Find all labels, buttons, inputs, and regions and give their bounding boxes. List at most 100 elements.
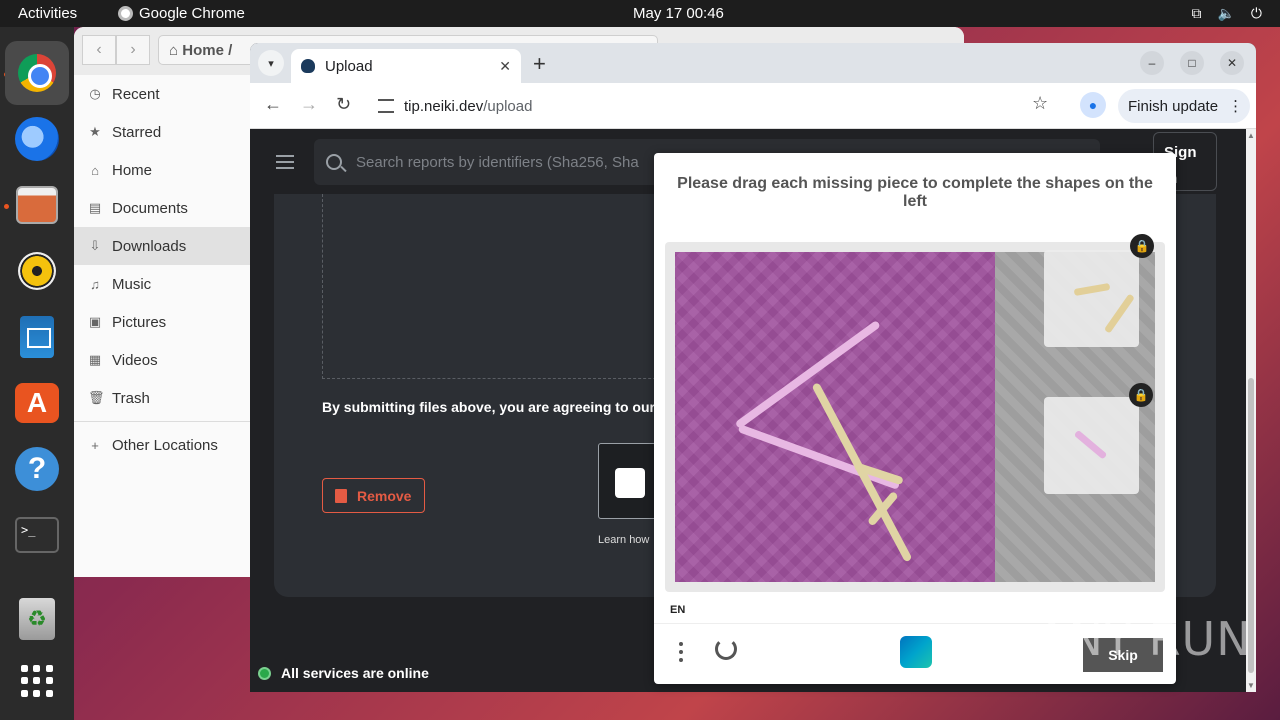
- app-name: Google Chrome: [139, 5, 245, 22]
- sidebar-item-downloads[interactable]: ⇩ Downloads: [74, 227, 250, 265]
- sidebar-item-documents[interactable]: ▤ Documents: [74, 189, 250, 227]
- tutorial-video-card[interactable]: [598, 443, 660, 519]
- captcha-instruction: Please drag each missing piece to comple…: [677, 175, 1153, 210]
- sidebar-item-label: Videos: [112, 351, 158, 369]
- hamburger-menu-icon[interactable]: [276, 155, 294, 173]
- sidebar-item-home[interactable]: ⌂ Home: [74, 151, 250, 189]
- scroll-down-icon[interactable]: ▼: [1247, 681, 1255, 690]
- browser-toolbar: ← → ↻ tip.neiki.dev/upload ☆ ● Finish up…: [250, 83, 1256, 129]
- dock-writer[interactable]: [13, 313, 61, 361]
- network-icon[interactable]: ⧉: [1191, 5, 1201, 22]
- url-path: /upload: [483, 97, 533, 115]
- shape-stroke: [734, 319, 881, 430]
- bookmark-star-icon[interactable]: ☆: [1032, 93, 1048, 114]
- close-icon[interactable]: ✕: [499, 58, 511, 75]
- puzzle-target-image[interactable]: [675, 252, 995, 582]
- finish-update-button[interactable]: Finish update ⋮: [1118, 89, 1250, 123]
- scroll-up-icon[interactable]: ▲: [1247, 131, 1255, 140]
- status-ok-icon: [258, 666, 271, 680]
- profile-avatar[interactable]: ●: [1080, 92, 1106, 118]
- dock-rhythmbox[interactable]: [13, 247, 61, 295]
- tab-upload[interactable]: Upload ✕: [291, 49, 521, 83]
- sidebar-item-videos[interactable]: ▦ Videos: [74, 341, 250, 379]
- draggable-piece-2[interactable]: [1044, 397, 1139, 494]
- tab-search-button[interactable]: ▾: [258, 50, 284, 76]
- help-icon: ?: [15, 447, 59, 491]
- tab-strip: ▾ Upload ✕ + – □ ✕: [250, 43, 1256, 83]
- url-text: tip.neiki.dev/upload: [404, 98, 532, 115]
- dock-help[interactable]: ?: [13, 445, 61, 493]
- piece-stroke: [1073, 282, 1111, 297]
- dock-chrome[interactable]: [5, 41, 69, 105]
- minimize-button[interactable]: –: [1140, 51, 1164, 75]
- maximize-button[interactable]: □: [1180, 51, 1204, 75]
- new-tab-button[interactable]: +: [533, 51, 546, 77]
- sidebar-item-label: Pictures: [112, 313, 167, 331]
- sidebar-item-trash[interactable]: 🗑 Trash: [74, 379, 250, 417]
- activities-button[interactable]: Activities: [18, 5, 77, 22]
- download-icon: ⇩: [89, 238, 101, 253]
- grid-icon: [21, 665, 53, 697]
- dock-app-center[interactable]: A: [13, 379, 61, 427]
- trash-icon: ♻: [19, 598, 55, 640]
- close-window-button[interactable]: ✕: [1220, 51, 1244, 75]
- rhythmbox-icon: [18, 252, 56, 290]
- app-center-icon: A: [15, 383, 59, 423]
- dock-thunderbird[interactable]: [13, 115, 61, 163]
- sidebar-item-pictures[interactable]: ▣ Pictures: [74, 303, 250, 341]
- tab-title: Upload: [325, 57, 373, 75]
- dock-terminal[interactable]: >_: [13, 511, 61, 559]
- language-selector[interactable]: EN: [670, 604, 685, 616]
- url-domain: tip.neiki.dev: [404, 97, 484, 115]
- shape-stroke: [737, 424, 901, 490]
- site-info-icon[interactable]: [378, 99, 394, 113]
- star-icon: ★: [89, 124, 101, 139]
- show-apps-button[interactable]: [13, 657, 61, 705]
- captcha-puzzle-area: 🔒 🔒: [665, 234, 1165, 592]
- address-bar[interactable]: tip.neiki.dev/upload: [368, 89, 1060, 123]
- back-button[interactable]: ‹: [82, 35, 116, 65]
- sidebar-item-music[interactable]: ♫ Music: [74, 265, 250, 303]
- sidebar-item-label: Documents: [112, 199, 188, 217]
- dock-files[interactable]: [13, 181, 61, 229]
- video-icon: [615, 468, 645, 498]
- draggable-piece-1[interactable]: [1044, 250, 1139, 347]
- back-arrow-icon[interactable]: ←: [264, 94, 282, 115]
- captcha-menu-icon[interactable]: [679, 642, 685, 666]
- lock-icon: 🔒: [1129, 383, 1153, 407]
- sidebar-item-other-locations[interactable]: + Other Locations: [74, 426, 250, 464]
- forward-arrow-icon[interactable]: →: [300, 94, 318, 115]
- app-menu[interactable]: Google Chrome: [118, 5, 245, 22]
- remove-button[interactable]: Remove: [322, 478, 425, 513]
- sidebar-item-label: Trash: [112, 389, 150, 407]
- terminal-icon: >_: [15, 517, 59, 553]
- power-icon[interactable]: ⏻: [1251, 5, 1262, 22]
- service-status: All services are online: [258, 665, 429, 681]
- clock[interactable]: May 17 00:46: [633, 5, 724, 22]
- home-icon: ⌂: [91, 162, 99, 178]
- kebab-menu-icon: ⋮: [1228, 98, 1244, 115]
- learn-how-link[interactable]: Learn how: [598, 534, 649, 546]
- hcaptcha-logo: [900, 636, 932, 668]
- reload-icon[interactable]: ↻: [336, 94, 351, 115]
- forward-button[interactable]: ›: [116, 35, 150, 65]
- lock-icon: 🔒: [1130, 234, 1154, 258]
- sidebar-item-recent[interactable]: ◷ Recent: [74, 75, 250, 113]
- sidebar-item-label: Music: [112, 275, 152, 293]
- sidebar-item-starred[interactable]: ★ Starred: [74, 113, 250, 151]
- refresh-icon[interactable]: [715, 638, 737, 660]
- captcha-dialog: Please drag each missing piece to comple…: [654, 153, 1176, 684]
- volume-icon[interactable]: 🔈: [1217, 5, 1234, 22]
- writer-icon: [20, 316, 54, 358]
- top-bar: Activities Google Chrome May 17 00:46 ⧉ …: [0, 0, 1280, 27]
- page-scrollbar[interactable]: ▲ ▼: [1246, 129, 1256, 692]
- files-icon: [16, 186, 58, 224]
- plus-icon: +: [91, 437, 99, 453]
- system-tray[interactable]: ⧉ 🔈 ⏻: [1191, 5, 1262, 22]
- terms-notice: By submitting files above, you are agree…: [322, 399, 668, 415]
- site-favicon-icon: [301, 59, 315, 73]
- dock-trash[interactable]: ♻: [13, 595, 61, 643]
- trash-icon: 🗑: [88, 390, 105, 405]
- music-icon: ♫: [90, 276, 100, 292]
- video-icon: ▦: [88, 352, 102, 367]
